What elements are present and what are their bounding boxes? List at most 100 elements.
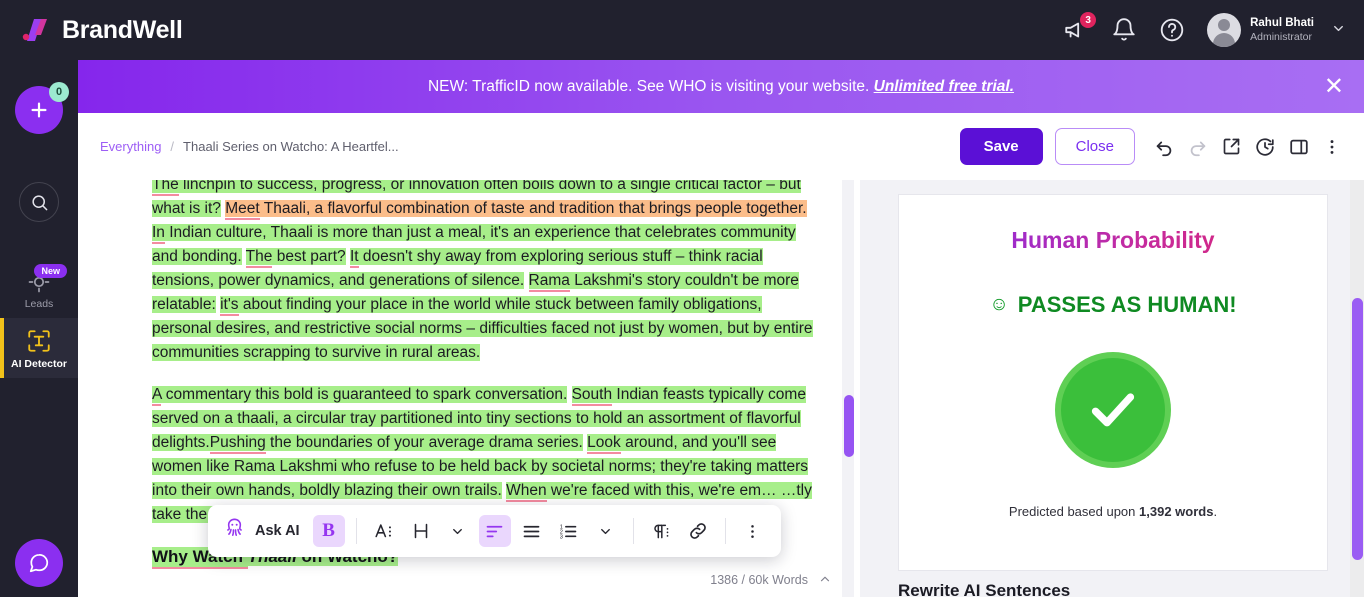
word-count: 1386 / 60k Words bbox=[710, 573, 808, 587]
close-icon[interactable]: ✕ bbox=[1324, 74, 1344, 99]
text-run bbox=[524, 272, 528, 289]
grammar-underline: Rama bbox=[528, 272, 570, 292]
bullet-list-icon[interactable] bbox=[516, 515, 548, 547]
predicted-prefix: Predicted based upon bbox=[1008, 504, 1140, 519]
promo-banner-message: NEW: TrafficID now available. See WHO is… bbox=[427, 77, 870, 95]
close-button[interactable]: Close bbox=[1054, 128, 1135, 165]
promo-banner: NEW: TrafficID now available. See WHO is… bbox=[78, 60, 1364, 113]
question-circle-icon[interactable] bbox=[1159, 17, 1185, 43]
green-check-circle-icon bbox=[1055, 352, 1171, 468]
ai-detector-panel: Human Probability ☺ PASSES AS HUMAN! Pre… bbox=[860, 180, 1364, 597]
save-button[interactable]: Save bbox=[959, 128, 1043, 165]
brand[interactable]: BrandWell bbox=[0, 15, 183, 45]
smiley-face-icon: ☺ bbox=[989, 294, 1009, 315]
chevron-up-icon[interactable] bbox=[818, 572, 832, 589]
paragraph-style-icon[interactable] bbox=[645, 515, 677, 547]
breadcrumb-current: Thaali Series on Watcho: A Heartfel... bbox=[183, 139, 399, 154]
grammar-underline: Meet bbox=[225, 200, 260, 220]
svg-text:3: 3 bbox=[560, 534, 563, 540]
chat-bubble-icon[interactable] bbox=[15, 539, 63, 587]
heading-icon[interactable] bbox=[405, 515, 437, 547]
create-count-badge: 0 bbox=[49, 82, 69, 102]
paragraph[interactable]: The linchpin to success, progress, or in… bbox=[152, 180, 817, 365]
grammar-underline: it's bbox=[220, 296, 239, 316]
megaphone-icon[interactable]: 3 bbox=[1063, 12, 1097, 43]
share-external-icon[interactable] bbox=[1221, 136, 1242, 157]
redo-icon[interactable] bbox=[1187, 136, 1209, 158]
predicted-note: Predicted based upon 1,392 words. bbox=[899, 504, 1327, 519]
bell-icon[interactable] bbox=[1111, 17, 1137, 43]
text-run: Meet Thaali, a flavorful combination of … bbox=[225, 200, 807, 220]
scan-text-icon bbox=[0, 328, 78, 354]
align-left-icon[interactable] bbox=[478, 515, 511, 547]
toolbar-divider bbox=[632, 518, 634, 544]
verdict-text: PASSES AS HUMAN! bbox=[1017, 292, 1237, 317]
megaphone-badge: 3 bbox=[1080, 12, 1097, 28]
list-chevron-down-icon[interactable] bbox=[590, 515, 622, 547]
app-root: BrandWell 3 Rahul Bhati Administrator 0 … bbox=[0, 0, 1364, 597]
grammar-underline: In bbox=[152, 224, 165, 244]
breadcrumb-separator: / bbox=[170, 139, 175, 154]
text-run: The best part? bbox=[245, 248, 346, 268]
sidebar-item-leads-label: Leads bbox=[24, 298, 54, 310]
user-name: Rahul Bhati bbox=[1250, 17, 1314, 30]
font-size-icon[interactable] bbox=[368, 515, 400, 547]
numbered-list-icon[interactable]: 1 2 3 bbox=[553, 515, 585, 547]
promo-banner-link[interactable]: Unlimited free trial. bbox=[874, 78, 1014, 95]
status-badge: ☺ PASSES AS HUMAN! bbox=[899, 292, 1327, 318]
grammar-underline: A bbox=[152, 386, 162, 406]
sidebar-item-ai-detector[interactable]: AI Detector bbox=[0, 318, 78, 378]
predicted-suffix: . bbox=[1213, 504, 1218, 519]
history-clock-icon[interactable] bbox=[1254, 136, 1276, 158]
ask-ai-button[interactable]: Ask AI bbox=[220, 516, 308, 546]
create-button-wrap: 0 bbox=[15, 82, 69, 134]
breadcrumb-root[interactable]: Everything bbox=[100, 139, 161, 154]
sidebar-item-leads[interactable]: New Leads bbox=[0, 260, 78, 318]
grammar-underline: It bbox=[349, 248, 359, 268]
panel-scrollbar-thumb[interactable] bbox=[1352, 298, 1363, 560]
grammar-underline: South bbox=[571, 386, 613, 406]
user-menu[interactable]: Rahul Bhati Administrator bbox=[1207, 13, 1346, 47]
editor-scrollbar-thumb[interactable] bbox=[844, 395, 854, 457]
brand-name: BrandWell bbox=[62, 15, 183, 44]
text-run: Pushing the boundaries of your average d… bbox=[209, 434, 583, 454]
heading-chevron-down-icon[interactable] bbox=[442, 515, 474, 547]
check-inner-circle bbox=[1061, 358, 1165, 462]
text-run: A commentary this bold is guaranteed to … bbox=[152, 386, 568, 406]
ask-ai-label: Ask AI bbox=[255, 523, 300, 539]
text-run bbox=[567, 386, 571, 403]
word-count-bar: 1386 / 60k Words bbox=[78, 563, 860, 597]
leads-new-badge: New bbox=[34, 264, 67, 278]
sidebar-item-ai-detector-label: AI Detector bbox=[10, 358, 67, 370]
bold-button[interactable]: B bbox=[312, 515, 345, 547]
predicted-words: 1,392 words bbox=[1139, 504, 1214, 519]
top-bar-actions: 3 Rahul Bhati Administrator bbox=[1063, 12, 1364, 47]
user-info: Rahul Bhati Administrator bbox=[1250, 16, 1314, 44]
toggle-panel-icon[interactable] bbox=[1288, 136, 1310, 158]
more-vertical-icon[interactable] bbox=[737, 515, 769, 547]
toolbar-divider bbox=[724, 518, 726, 544]
document-actions: Save Close bbox=[959, 128, 1342, 165]
link-icon[interactable] bbox=[682, 515, 714, 547]
text-format-toolbar: Ask AI B 1 2 3 bbox=[208, 505, 781, 557]
page-title: Human Probability bbox=[899, 227, 1327, 254]
chevron-down-icon[interactable] bbox=[1331, 21, 1346, 39]
user-role: Administrator bbox=[1250, 30, 1312, 43]
grammar-underline: Look bbox=[587, 434, 621, 454]
search-icon[interactable] bbox=[19, 182, 59, 222]
octopus-ai-icon bbox=[222, 516, 247, 546]
rewrite-ai-sentences-title: Rewrite AI Sentences bbox=[898, 581, 1071, 597]
toolbar-divider bbox=[355, 518, 357, 544]
promo-banner-text: NEW: TrafficID now available. See WHO is… bbox=[428, 78, 1014, 96]
more-vertical-icon[interactable] bbox=[1322, 137, 1342, 157]
avatar bbox=[1207, 13, 1242, 47]
grammar-underline: The bbox=[245, 248, 273, 268]
left-sidebar: 0 New Leads AI Detector bbox=[0, 60, 78, 597]
grammar-underline: The bbox=[152, 180, 179, 196]
editor-scrollbar-track[interactable] bbox=[842, 180, 854, 597]
document-header: Everything / Thaali Series on Watcho: A … bbox=[78, 113, 1364, 180]
human-probability-card: Human Probability ☺ PASSES AS HUMAN! Pre… bbox=[898, 194, 1328, 571]
grammar-underline: When bbox=[506, 482, 547, 502]
undo-icon[interactable] bbox=[1153, 136, 1175, 158]
grammar-underline: Pushing bbox=[209, 434, 266, 454]
